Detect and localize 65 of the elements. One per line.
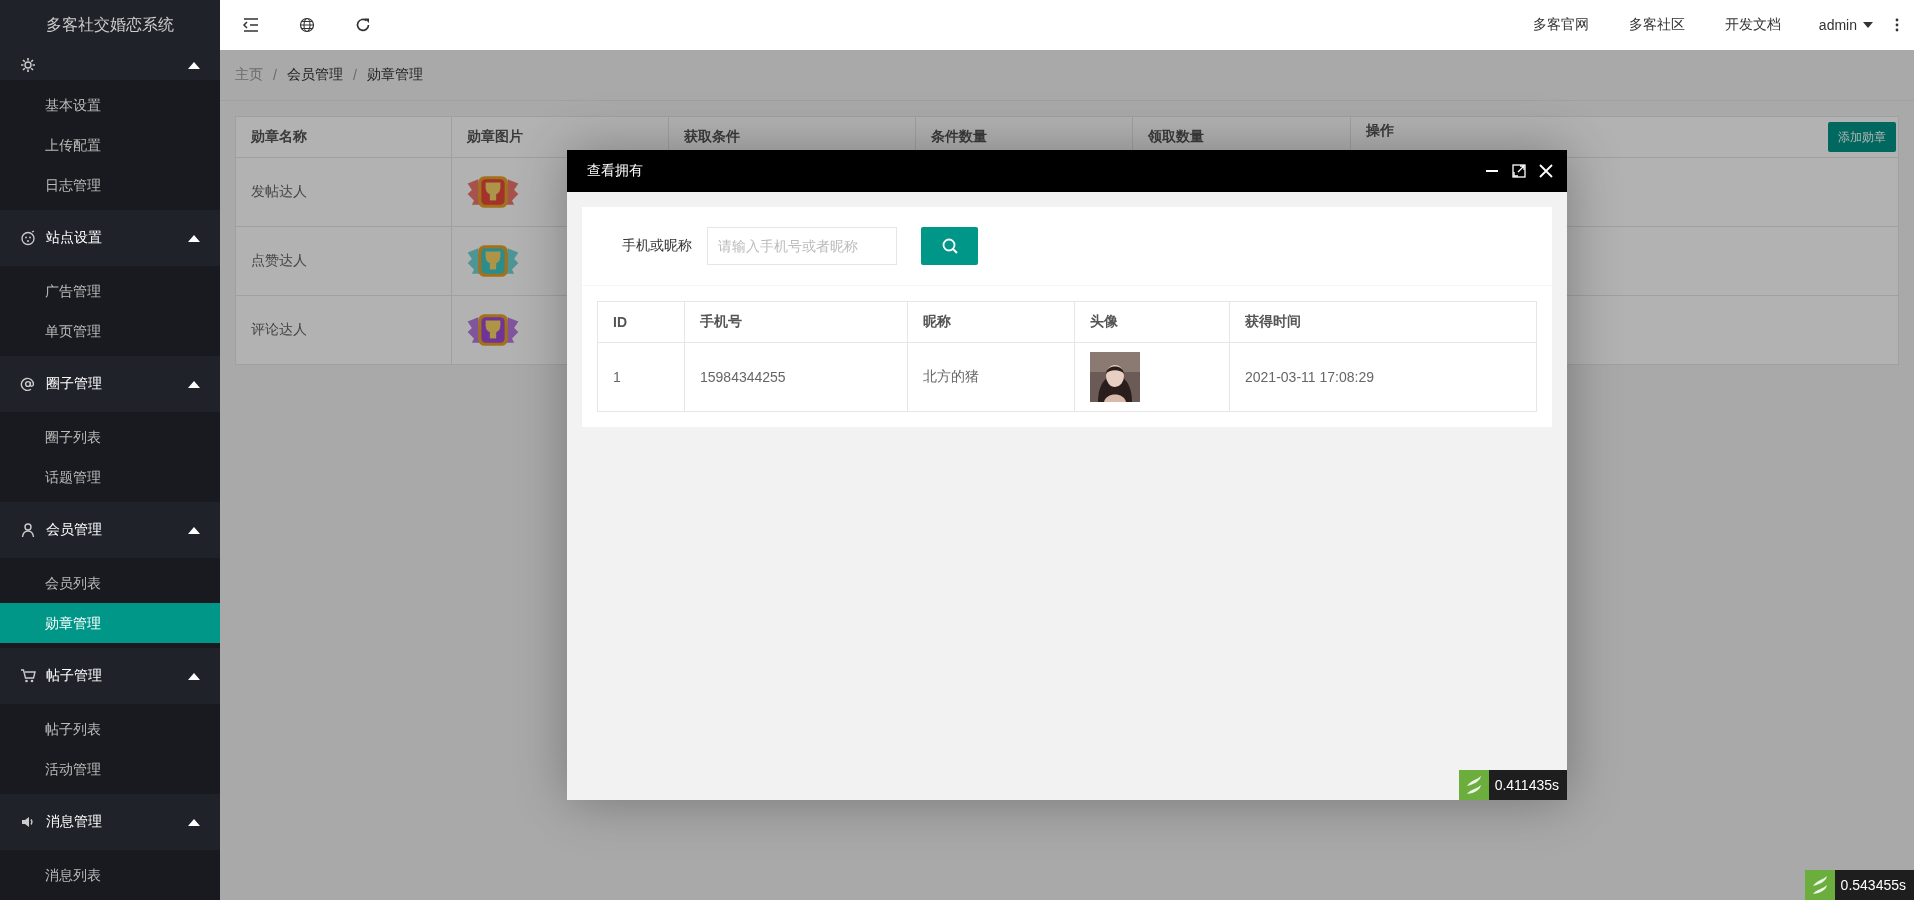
user-icon	[20, 522, 36, 538]
menu-group[interactable]: 会员管理	[0, 502, 220, 558]
nav-link[interactable]: 多客社区	[1628, 16, 1685, 34]
column-header: 获得时间	[1229, 301, 1537, 343]
caret-up-icon[interactable]	[188, 672, 200, 680]
table-cell: 评论达人	[235, 295, 452, 365]
search-label: 手机或昵称	[622, 237, 692, 255]
cart-icon	[20, 668, 36, 684]
search-button[interactable]	[921, 227, 978, 265]
breadcrumb-link[interactable]: 勋章管理	[366, 66, 423, 84]
speaker-icon	[20, 814, 36, 830]
caret-up-icon[interactable]	[188, 380, 200, 388]
menu-group[interactable]: 站点设置	[0, 210, 220, 266]
column-header: ID	[597, 301, 685, 343]
table-cell: 2021-03-11 17:08:29	[1229, 342, 1537, 412]
menu-item[interactable]: 活动管理	[0, 749, 220, 789]
load-time-label: 0.543455s	[1834, 870, 1914, 900]
more-icon[interactable]	[1895, 18, 1899, 32]
menu-group[interactable]: 圈子管理	[0, 356, 220, 412]
table-cell: 北方的猪	[907, 342, 1075, 412]
menu-item[interactable]: 消息列表	[0, 855, 220, 895]
menu-item[interactable]: 话题管理	[0, 457, 220, 497]
close-icon[interactable]	[1539, 164, 1553, 178]
breadcrumb-separator: /	[352, 67, 357, 83]
app-title: 多客社交婚恋系统	[46, 14, 174, 35]
globe-icon[interactable]	[298, 16, 316, 34]
menu-item[interactable]: 日志管理	[0, 165, 220, 205]
breadcrumb-link[interactable]: 会员管理	[286, 66, 343, 84]
table-cell: 发帖达人	[235, 157, 452, 227]
search-field[interactable]: 请输入手机号或者昵称	[707, 227, 897, 265]
table-cell: 15984344255	[684, 342, 908, 412]
menu-item[interactable]: 单页管理	[0, 311, 220, 351]
dialog-title: 查看拥有	[587, 162, 644, 180]
column-header: 勋章名称	[235, 116, 452, 158]
menu-item[interactable]: 上传配置	[0, 125, 220, 165]
menu-item[interactable]: 会员列表	[0, 563, 220, 603]
menu-group[interactable]: 帖子管理	[0, 648, 220, 704]
caret-up-icon[interactable]	[188, 234, 200, 242]
column-label: 操作	[1366, 122, 1394, 138]
load-time-label: 0.411435s	[1488, 770, 1567, 800]
caret-up-icon[interactable]	[188, 61, 200, 69]
menu-item[interactable]: 帖子列表	[0, 709, 220, 749]
menu-item[interactable]: 基本设置	[0, 85, 220, 125]
menu-item[interactable]: 圈子列表	[0, 417, 220, 457]
caret-up-icon[interactable]	[188, 526, 200, 534]
maximize-icon[interactable]	[1512, 164, 1526, 178]
menu-group[interactable]: 消息管理	[0, 794, 220, 850]
column-header: 头像	[1074, 301, 1230, 343]
refresh-icon[interactable]	[354, 16, 372, 34]
nav-link[interactable]: 开发文档	[1724, 16, 1781, 34]
table-cell: 1	[597, 342, 685, 412]
table-cell: 点赞达人	[235, 226, 452, 296]
caret-down-icon	[1863, 22, 1873, 28]
menu-item[interactable]: 勋章管理	[0, 603, 220, 643]
menu-item[interactable]: 广告管理	[0, 271, 220, 311]
at-icon	[20, 376, 36, 392]
breadcrumb-separator: /	[273, 67, 277, 83]
search-icon	[940, 237, 959, 255]
column-header: 昵称	[907, 301, 1075, 343]
caret-up-icon[interactable]	[188, 818, 200, 826]
nav-link[interactable]: 多客官网	[1532, 16, 1589, 34]
menu-collapse-icon[interactable]	[242, 16, 260, 34]
column-header: 手机号	[684, 301, 908, 343]
user-menu[interactable]: admin	[1818, 17, 1873, 33]
face-icon	[20, 230, 36, 246]
